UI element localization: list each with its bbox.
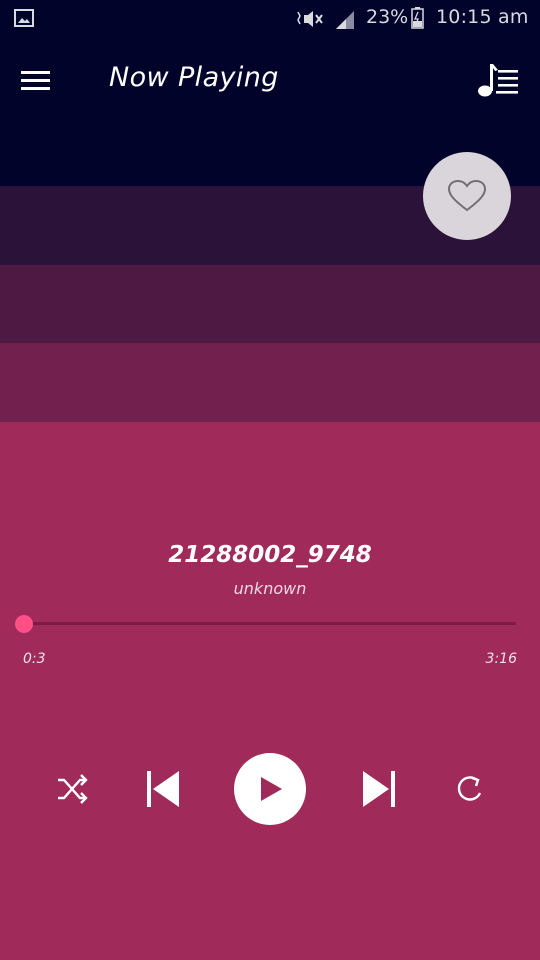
progress-bar[interactable] [24, 622, 516, 625]
status-time: 10:15 am [436, 6, 529, 28]
menu-button[interactable] [20, 68, 52, 94]
total-time: 3:16 [485, 651, 517, 667]
music-queue-icon [478, 64, 518, 97]
signal-icon [336, 11, 354, 29]
hamburger-menu-icon [21, 71, 50, 90]
queue-button[interactable] [476, 60, 522, 100]
status-bar: 23% 10:15 am [0, 0, 540, 38]
gallery-icon [14, 9, 34, 27]
track-artist: unknown [233, 579, 307, 598]
page-title: Now Playing [109, 62, 279, 93]
next-button[interactable] [356, 765, 402, 813]
heart-outline-icon [447, 179, 487, 212]
battery-icon [411, 7, 424, 29]
background-band-2 [0, 265, 540, 343]
play-icon [261, 777, 282, 801]
repeat-icon [457, 776, 482, 801]
battery-percent: 23% [366, 6, 409, 28]
previous-button[interactable] [140, 765, 186, 813]
skip-next-icon [363, 771, 395, 807]
shuffle-icon [58, 774, 88, 804]
favorite-button[interactable] [423, 152, 511, 240]
shuffle-button[interactable] [50, 767, 94, 811]
elapsed-time: 0:3 [23, 651, 46, 667]
progress-thumb[interactable] [15, 615, 33, 633]
track-title: 21288002_9748 [168, 542, 372, 568]
play-button[interactable] [234, 753, 306, 825]
background-band-3 [0, 343, 540, 422]
repeat-button[interactable] [448, 767, 492, 811]
skip-previous-icon [147, 771, 179, 807]
mute-icon [297, 11, 323, 27]
